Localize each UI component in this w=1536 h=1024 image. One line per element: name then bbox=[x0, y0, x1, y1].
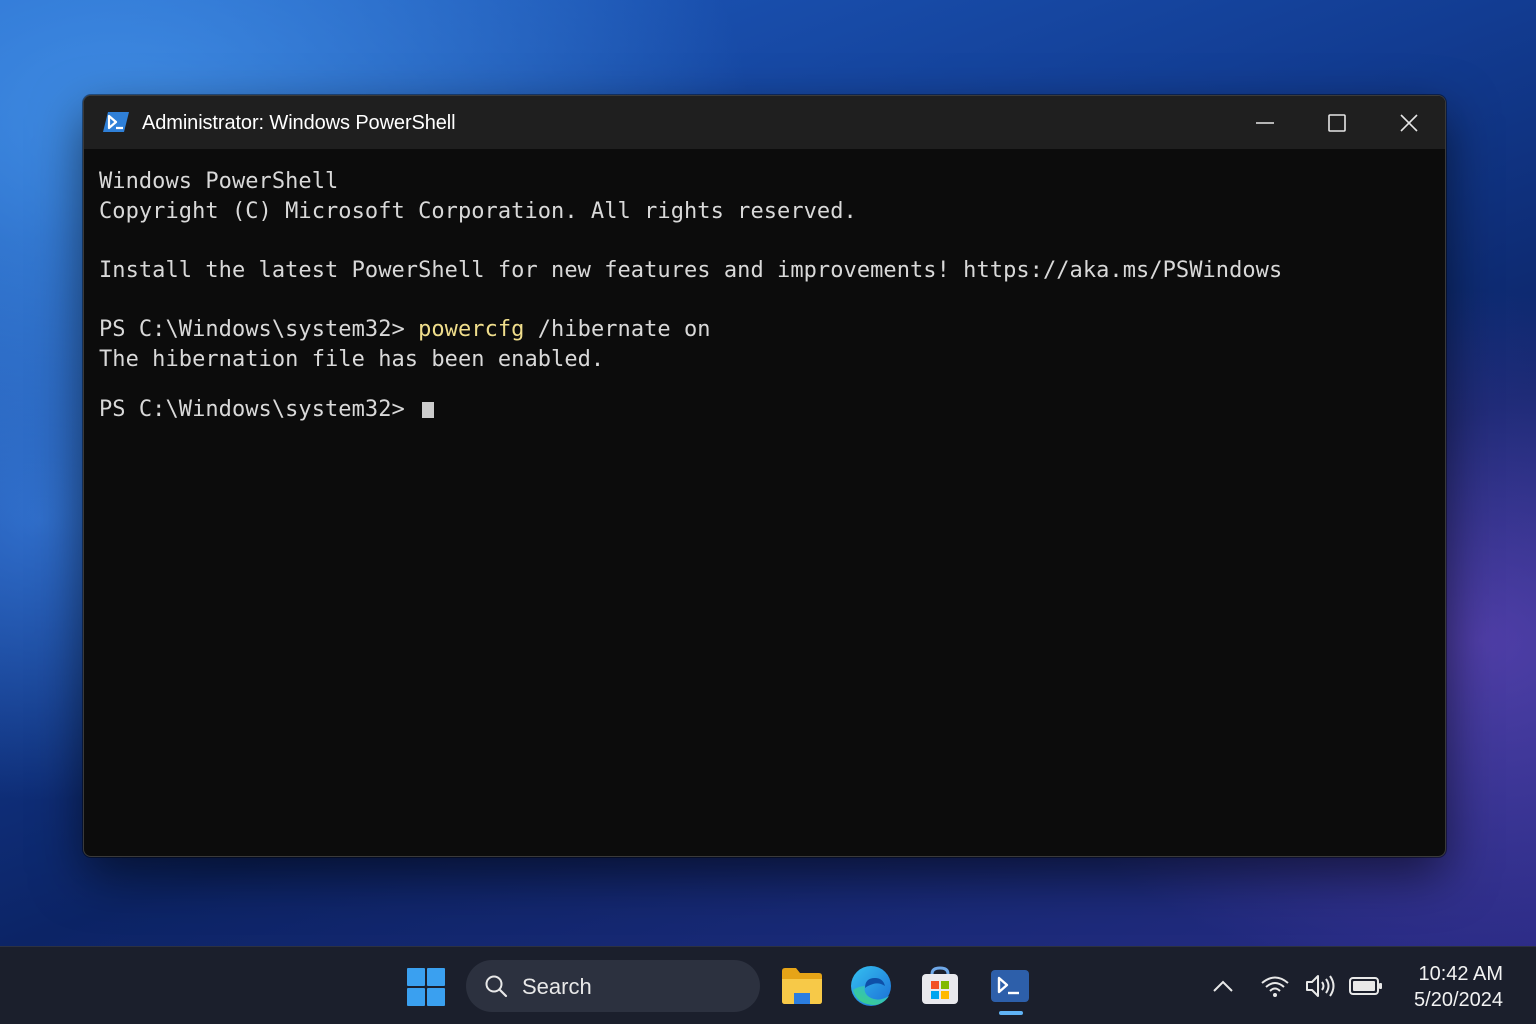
text-cursor bbox=[422, 402, 435, 418]
battery-icon bbox=[1349, 977, 1382, 995]
powershell-window[interactable]: Administrator: Windows PowerShell Window… bbox=[83, 95, 1446, 857]
command-args: /hibernate on bbox=[524, 317, 711, 342]
search-icon bbox=[485, 975, 508, 998]
console-prompt: PS C:\Windows\system32> bbox=[99, 397, 419, 422]
start-button[interactable] bbox=[406, 967, 446, 1007]
minimize-icon bbox=[1256, 121, 1274, 124]
show-hidden-icons-button[interactable] bbox=[1210, 975, 1236, 997]
console-header-line: Windows PowerShell bbox=[99, 169, 339, 194]
network-button[interactable] bbox=[1260, 973, 1290, 999]
clock-date: 5/20/2024 bbox=[1414, 989, 1503, 1011]
title-bar[interactable]: Administrator: Windows PowerShell bbox=[84, 96, 1445, 149]
powershell-icon bbox=[103, 112, 129, 132]
console-command-line: PS C:\Windows\system32> powercfg /hibern… bbox=[99, 316, 711, 344]
chevron-up-icon bbox=[1213, 980, 1233, 992]
microsoft-store-button[interactable] bbox=[918, 964, 962, 1008]
minimize-button[interactable] bbox=[1229, 96, 1301, 149]
edge-button[interactable] bbox=[849, 964, 893, 1008]
edge-icon bbox=[851, 966, 891, 1006]
console-copyright-line: Copyright (C) Microsoft Corporation. All… bbox=[99, 199, 857, 224]
maximize-button[interactable] bbox=[1301, 96, 1373, 149]
console-input-line[interactable]: PS C:\Windows\system32> bbox=[99, 396, 435, 424]
close-icon bbox=[1400, 113, 1418, 132]
command-name: powercfg bbox=[418, 317, 525, 342]
taskbar: Search 10:42 AM 5/20/2024 bbox=[0, 946, 1536, 1024]
wifi-icon bbox=[1261, 976, 1289, 997]
window-title: Administrator: Windows PowerShell bbox=[142, 112, 456, 134]
active-app-indicator bbox=[999, 1011, 1023, 1015]
powershell-icon bbox=[991, 970, 1029, 1002]
microsoft-store-icon bbox=[922, 966, 958, 1004]
search-input[interactable]: Search bbox=[466, 960, 760, 1012]
windows-start-icon bbox=[407, 968, 445, 1006]
console-install-line: Install the latest PowerShell for new fe… bbox=[99, 258, 1283, 283]
console-prompt: PS C:\Windows\system32> bbox=[99, 317, 419, 342]
maximize-icon bbox=[1328, 113, 1346, 132]
console-output[interactable]: Windows PowerShell Copyright (C) Microso… bbox=[99, 168, 1430, 846]
close-button[interactable] bbox=[1373, 96, 1445, 149]
file-explorer-button[interactable] bbox=[780, 965, 824, 1007]
clock[interactable]: 10:42 AM 5/20/2024 bbox=[1414, 961, 1503, 1013]
battery-button[interactable] bbox=[1348, 975, 1384, 997]
powershell-taskbar-button[interactable] bbox=[988, 964, 1032, 1008]
console-output-line: The hibernation file has been enabled. bbox=[99, 347, 605, 372]
file-explorer-icon bbox=[782, 968, 822, 1004]
volume-icon bbox=[1306, 975, 1335, 997]
clock-time: 10:42 AM bbox=[1418, 963, 1503, 985]
search-placeholder: Search bbox=[522, 974, 592, 999]
volume-button[interactable] bbox=[1304, 973, 1336, 999]
